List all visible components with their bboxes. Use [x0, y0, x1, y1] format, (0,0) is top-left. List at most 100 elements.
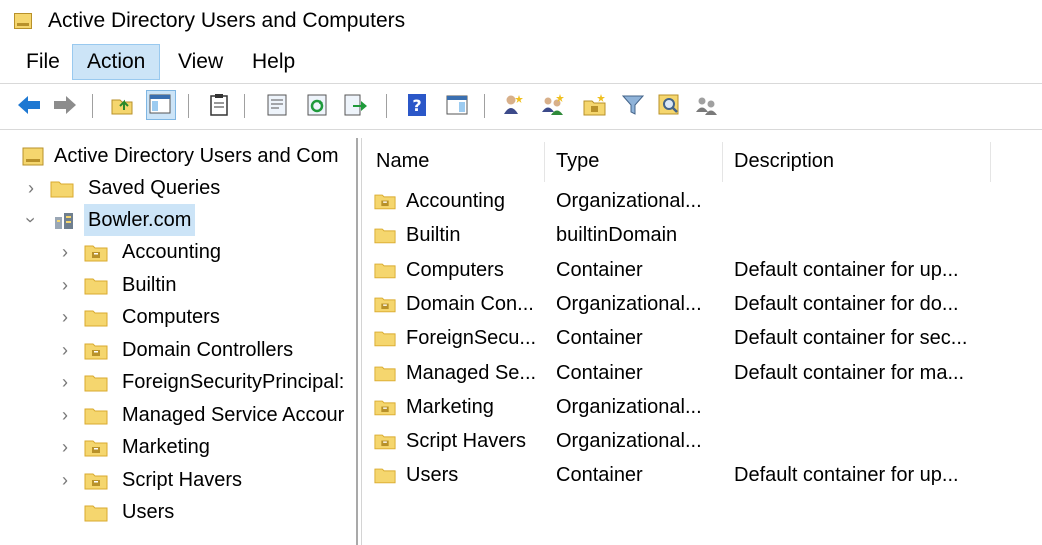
console-tree: Active Directory Users and Com › Saved Q…: [0, 138, 356, 545]
chevron-right-icon[interactable]: ›: [56, 366, 74, 398]
menu-help[interactable]: Help: [238, 44, 309, 80]
cell-name: Domain Con...: [406, 292, 534, 315]
clipboard-icon[interactable]: [206, 92, 232, 118]
results-list: Name Type Description Accounting Organiza…: [362, 138, 1042, 545]
column-divider[interactable]: [722, 142, 723, 182]
snapin-icon: [22, 147, 46, 166]
column-divider[interactable]: [990, 142, 991, 182]
tree-item-label: Marketing: [122, 436, 210, 458]
window-title: Active Directory Users and Computers: [48, 9, 406, 32]
list-row[interactable]: Script Havers Organizational...: [362, 424, 1042, 458]
tree-item-label: Domain Controllers: [122, 338, 294, 361]
folder-icon: [374, 329, 396, 347]
new-group-icon[interactable]: [540, 92, 566, 118]
ou-folder-icon: [374, 432, 396, 450]
list-row[interactable]: Domain Con... Organizational... Default co…: [362, 287, 1042, 321]
menu-file[interactable]: File: [12, 44, 74, 80]
tree-root-label: Active Directory Users and Com: [54, 145, 339, 167]
list-row[interactable]: Computers Container Default container for …: [362, 253, 1042, 287]
list-row[interactable]: Builtin builtinDomain: [362, 218, 1042, 252]
toolbar-separator: [244, 94, 245, 118]
list-row[interactable]: Accounting Organizational...: [362, 184, 1042, 218]
tree-item-label: Users: [122, 501, 175, 523]
tree-item-label: Managed Service Accour: [122, 403, 345, 426]
svg-text:?: ?: [412, 96, 421, 115]
cell-name: Marketing: [406, 395, 494, 418]
toolbar-separator: [484, 94, 485, 118]
chevron-right-icon[interactable]: ›: [56, 301, 74, 333]
folder-icon: [374, 226, 396, 244]
folder-icon: [84, 503, 108, 522]
chevron-right-icon[interactable]: ›: [56, 464, 74, 496]
add-to-group-icon[interactable]: [694, 92, 720, 118]
folder-icon: [84, 276, 108, 295]
new-ou-icon[interactable]: [582, 92, 608, 118]
forward-arrow-icon[interactable]: [52, 92, 78, 118]
cell-type: Container: [556, 327, 643, 350]
cell-type: Container: [556, 258, 643, 281]
cell-name: Accounting: [406, 190, 505, 212]
cell-type: Organizational...: [556, 430, 702, 453]
chevron-right-icon[interactable]: ›: [56, 399, 74, 431]
folder-icon: [84, 406, 108, 425]
toolbar-separator: [92, 94, 93, 118]
chevron-right-icon[interactable]: ›: [56, 269, 74, 301]
new-user-icon[interactable]: [500, 92, 526, 118]
cell-description: Default container for do...: [734, 292, 959, 315]
cell-type: Organizational...: [556, 395, 702, 418]
cell-name: Computers: [406, 258, 504, 281]
export-list-icon[interactable]: [342, 92, 368, 118]
title-bar: Active Directory Users and Computers: [0, 0, 1042, 44]
up-folder-icon[interactable]: [110, 92, 136, 118]
menu-action[interactable]: Action: [72, 44, 161, 80]
ou-folder-icon: [84, 471, 108, 490]
cell-type: Container: [556, 361, 643, 384]
list-row[interactable]: ForeignSecu... Container Default container…: [362, 321, 1042, 355]
folder-icon: [84, 308, 108, 327]
menu-bar: File Action View Help: [0, 44, 1042, 82]
folder-icon: [374, 364, 396, 382]
chevron-right-icon[interactable]: ›: [56, 236, 74, 268]
domain-icon: [52, 211, 76, 230]
cell-type: Organizational...: [556, 292, 702, 315]
tree-item-label: Saved Queries: [88, 177, 221, 199]
folder-icon: [374, 261, 396, 279]
tree-item-label: ForeignSecurityPrincipal:: [122, 371, 345, 393]
column-header-description[interactable]: Description: [724, 138, 990, 184]
show-hide-console-tree-icon[interactable]: [146, 90, 176, 120]
filter-icon[interactable]: [620, 92, 646, 118]
properties-icon[interactable]: [264, 92, 290, 118]
ou-folder-icon: [84, 243, 108, 262]
chevron-right-icon[interactable]: ›: [56, 431, 74, 463]
list-row[interactable]: Managed Se... Container Default container …: [362, 356, 1042, 390]
column-header-name[interactable]: Name: [366, 138, 546, 184]
action-pane-icon[interactable]: [444, 92, 470, 118]
cell-description: Default container for up...: [734, 464, 959, 487]
help-icon[interactable]: ?: [404, 92, 430, 118]
chevron-down-icon[interactable]: ›: [15, 211, 47, 229]
cell-name: Managed Se...: [406, 361, 537, 384]
menu-view[interactable]: View: [164, 44, 237, 80]
list-row[interactable]: Marketing Organizational...: [362, 390, 1042, 424]
tree-item-label: Script Havers: [122, 468, 243, 491]
cell-name: Users: [406, 464, 459, 487]
back-arrow-icon[interactable]: [16, 92, 42, 118]
toolbar: ?: [0, 84, 1042, 128]
chevron-right-icon[interactable]: ›: [56, 334, 74, 366]
column-header-type[interactable]: Type: [546, 138, 722, 184]
cell-description: Default container for up...: [734, 258, 959, 281]
column-divider[interactable]: [544, 142, 545, 182]
toolbar-separator-line: [0, 129, 1042, 130]
find-icon[interactable]: [656, 92, 682, 118]
ou-folder-icon: [374, 192, 396, 210]
cell-name: Builtin: [406, 224, 461, 247]
list-row[interactable]: Users Container Default container for up..…: [362, 458, 1042, 492]
cell-description: Default container for sec...: [734, 327, 968, 350]
ou-folder-icon: [84, 438, 108, 457]
cell-name: Script Havers: [406, 430, 527, 453]
tree-item-label: Computers: [122, 306, 220, 328]
chevron-right-icon[interactable]: ›: [22, 172, 40, 204]
cell-type: Container: [556, 464, 643, 487]
cell-description: Default container for ma...: [734, 361, 965, 384]
refresh-icon[interactable]: [304, 92, 330, 118]
